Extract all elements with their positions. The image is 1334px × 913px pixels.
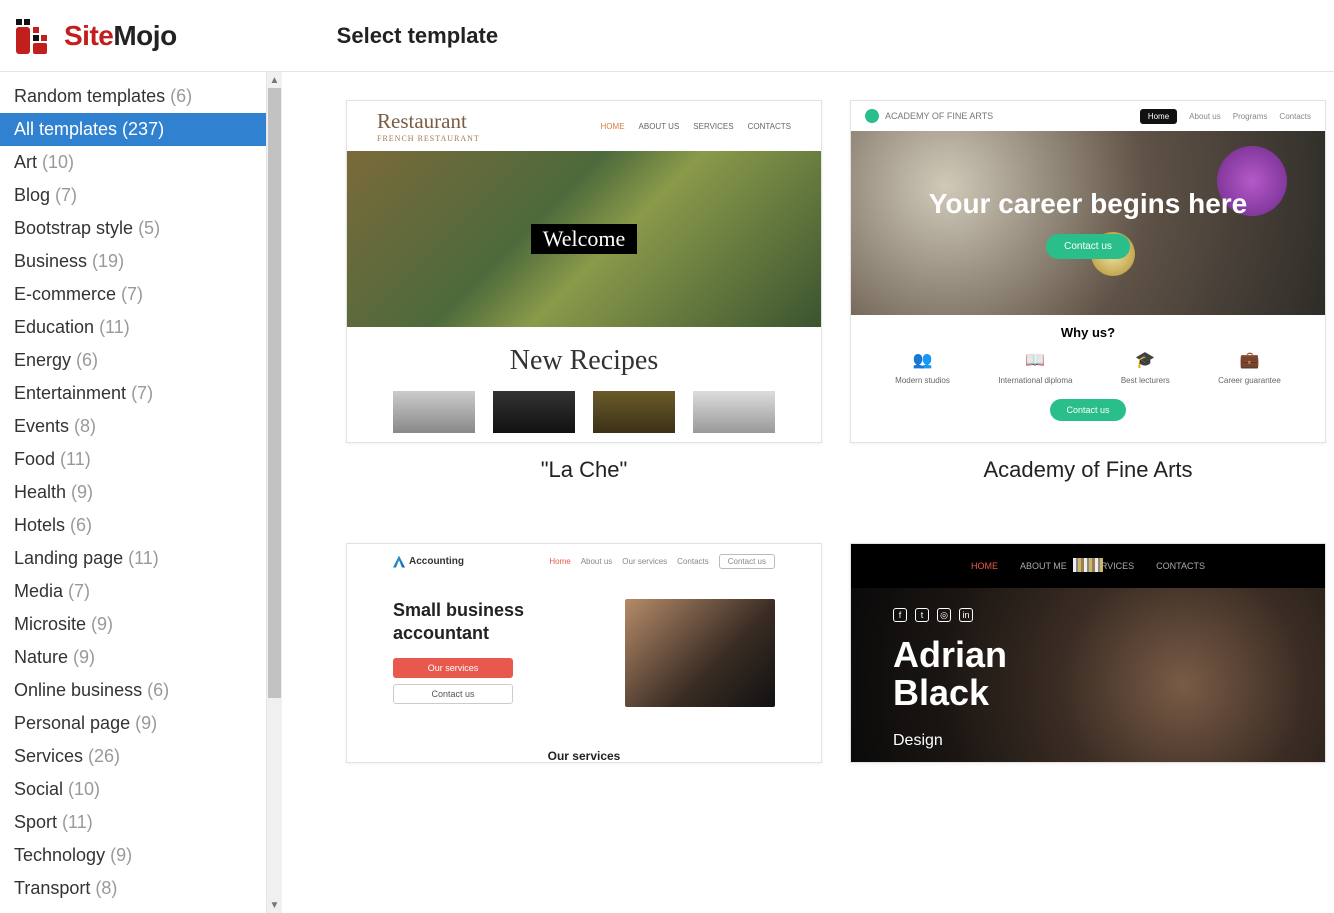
preview-social-icons: ft ◎ in <box>893 608 973 622</box>
preview-hero-text: Welcome <box>531 224 638 254</box>
preview-subtitle: Design <box>893 732 943 750</box>
preview-nav: Home About us Our services Contacts Cont… <box>549 554 775 569</box>
app-logo: SiteMojo <box>14 16 177 56</box>
scroll-up-button[interactable]: ▲ <box>267 72 282 88</box>
app-header: SiteMojo Select template <box>0 0 1334 72</box>
preview-secondary-button: Contact us <box>393 684 513 704</box>
preview-section-heading: New Recipes <box>347 327 821 391</box>
category-item[interactable]: Microsite (9) <box>0 608 282 641</box>
preview-nav: Home About us Programs Contacts <box>1140 109 1311 124</box>
preview-cta-button-2: Contact us <box>1050 399 1125 421</box>
logo-text: SiteMojo <box>64 20 177 52</box>
preview-hero: Welcome <box>347 151 821 327</box>
category-item[interactable]: Hotels (6) <box>0 509 282 542</box>
preview-cta-button: Contact us <box>1046 234 1130 259</box>
category-item[interactable]: Health (9) <box>0 476 282 509</box>
preview-features: 👥Modern studios 📖International diploma 🎓Be… <box>851 344 1325 395</box>
category-item[interactable]: Energy (6) <box>0 344 282 377</box>
preview-nav: HOME ABOUT US SERVICES CONTACTS <box>601 122 791 131</box>
template-grid-area: Restaurant FRENCH RESTAURANT HOME ABOUT … <box>282 72 1334 913</box>
preview-logo-icon <box>1073 558 1103 572</box>
category-item[interactable]: Random templates (6) <box>0 80 282 113</box>
preview-brand: Restaurant FRENCH RESTAURANT <box>377 109 480 143</box>
preview-feature: 📖International diploma <box>998 350 1072 385</box>
category-item[interactable]: Entertainment (7) <box>0 377 282 410</box>
template-thumbnail[interactable]: ACADEMY OF FINE ARTS Home About us Progr… <box>850 100 1326 443</box>
page-title: Select template <box>337 23 498 49</box>
category-item[interactable]: E-commerce (7) <box>0 278 282 311</box>
template-thumbnail[interactable]: HOME ABOUT ME SERVICES CONTACTS ft◎in Ad… <box>850 543 1326 763</box>
template-card-adrian-black: HOME ABOUT ME SERVICES CONTACTS ft◎in Ad… <box>850 543 1326 763</box>
category-item[interactable]: Art (10) <box>0 146 282 179</box>
preview-feature: 👥Modern studios <box>895 350 950 385</box>
preview-brand: Accounting <box>393 556 464 568</box>
category-item[interactable]: Events (8) <box>0 410 282 443</box>
preview-name: Adrian Black <box>893 636 1007 712</box>
template-title: Academy of Fine Arts <box>850 443 1326 483</box>
preview-section-heading: Why us? <box>851 315 1325 344</box>
preview-hero: ft ◎ in Adrian Black Design <box>851 588 1325 762</box>
social-icon: ◎ <box>937 608 951 622</box>
category-item[interactable]: Bootstrap style (5) <box>0 212 282 245</box>
scroll-down-button[interactable]: ▼ <box>267 897 282 913</box>
preview-headline: Your career begins here <box>929 188 1248 220</box>
preview-feature: 🎓Best lecturers <box>1121 350 1170 385</box>
category-item[interactable]: Business (19) <box>0 245 282 278</box>
preview-gallery <box>347 391 821 433</box>
logo-icon <box>14 16 54 56</box>
category-item[interactable]: Online business (6) <box>0 674 282 707</box>
template-thumbnail[interactable]: Accounting Home About us Our services Co… <box>346 543 822 763</box>
category-item[interactable]: Blog (7) <box>0 179 282 212</box>
category-item[interactable]: Landing page (11) <box>0 542 282 575</box>
category-item[interactable]: Food (11) <box>0 443 282 476</box>
category-item[interactable]: All templates (237) <box>0 113 282 146</box>
preview-headline: Small business accountant <box>393 599 595 644</box>
social-icon: t <box>915 608 929 622</box>
sidebar-scrollbar[interactable]: ▲ ▼ <box>266 72 282 913</box>
category-item[interactable]: Nature (9) <box>0 641 282 674</box>
category-sidebar: Random templates (6)All templates (237)A… <box>0 72 282 913</box>
category-item[interactable]: Technology (9) <box>0 839 282 872</box>
template-thumbnail[interactable]: Restaurant FRENCH RESTAURANT HOME ABOUT … <box>346 100 822 443</box>
category-item[interactable]: Media (7) <box>0 575 282 608</box>
social-icon: f <box>893 608 907 622</box>
preview-section-heading: Our services <box>393 707 775 763</box>
category-item[interactable]: Education (11) <box>0 311 282 344</box>
preview-primary-button: Our services <box>393 658 513 678</box>
category-item[interactable]: Social (10) <box>0 773 282 806</box>
preview-hero-image <box>625 599 775 707</box>
template-card-academy: ACADEMY OF FINE ARTS Home About us Progr… <box>850 100 1326 483</box>
preview-feature: 💼Career guarantee <box>1218 350 1281 385</box>
template-card-la-che: Restaurant FRENCH RESTAURANT HOME ABOUT … <box>346 100 822 483</box>
scrollbar-thumb[interactable] <box>268 88 281 698</box>
preview-brand: ACADEMY OF FINE ARTS <box>865 109 993 123</box>
preview-hero: Your career begins here Contact us <box>851 131 1325 315</box>
category-item[interactable]: Services (26) <box>0 740 282 773</box>
category-item[interactable]: Transport (8) <box>0 872 282 905</box>
template-card-accounting: Accounting Home About us Our services Co… <box>346 543 822 763</box>
category-item[interactable]: Sport (11) <box>0 806 282 839</box>
template-title: "La Che" <box>346 443 822 483</box>
social-icon: in <box>959 608 973 622</box>
category-item[interactable]: Personal page (9) <box>0 707 282 740</box>
